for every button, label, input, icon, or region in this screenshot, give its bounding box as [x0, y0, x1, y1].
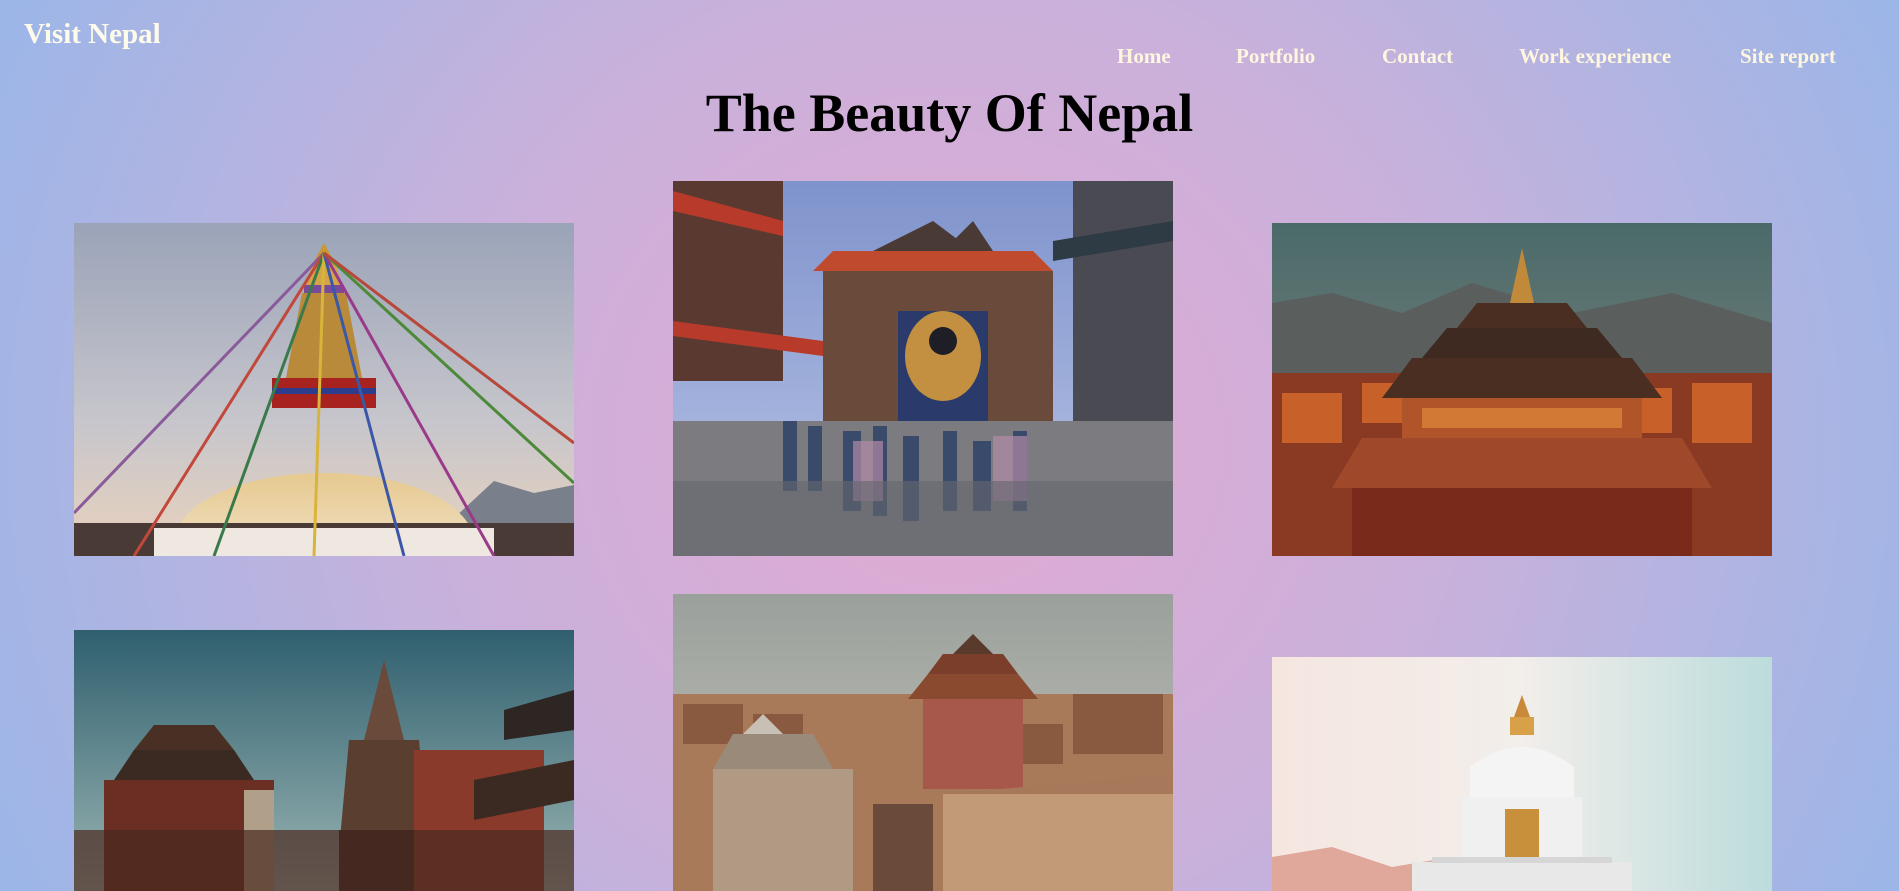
- gallery-photo-stupa: [74, 223, 574, 556]
- gallery-photo-city-rooftops: [673, 594, 1173, 891]
- temple-square-image: [673, 181, 1173, 556]
- nav-link-contact[interactable]: Contact: [1382, 44, 1453, 69]
- gallery-photo-durbar-square: [74, 630, 574, 891]
- gallery-photo-peace-pagoda: [1272, 657, 1772, 891]
- city-rooftops-image: [673, 594, 1173, 891]
- nav-link-work-experience[interactable]: Work experience: [1519, 44, 1671, 69]
- main-nav: Home Portfolio Contact Work experience S…: [1059, 44, 1899, 74]
- nav-link-site-report[interactable]: Site report: [1740, 44, 1836, 69]
- nav-link-portfolio[interactable]: Portfolio: [1236, 44, 1315, 69]
- gallery-photo-temple-square: [673, 181, 1173, 556]
- stupa-image: [74, 223, 574, 556]
- peace-pagoda-image: [1272, 657, 1772, 891]
- gallery-photo-pagoda-sunset: [1272, 223, 1772, 556]
- site-brand-logo[interactable]: Visit Nepal: [24, 18, 161, 51]
- nav-link-home[interactable]: Home: [1117, 44, 1171, 69]
- durbar-square-image: [74, 630, 574, 891]
- pagoda-sunset-image: [1272, 223, 1772, 556]
- page-title-text: The Beauty Of Nepal: [705, 83, 1194, 143]
- page-title: The Beauty Of Nepal: [0, 82, 1899, 144]
